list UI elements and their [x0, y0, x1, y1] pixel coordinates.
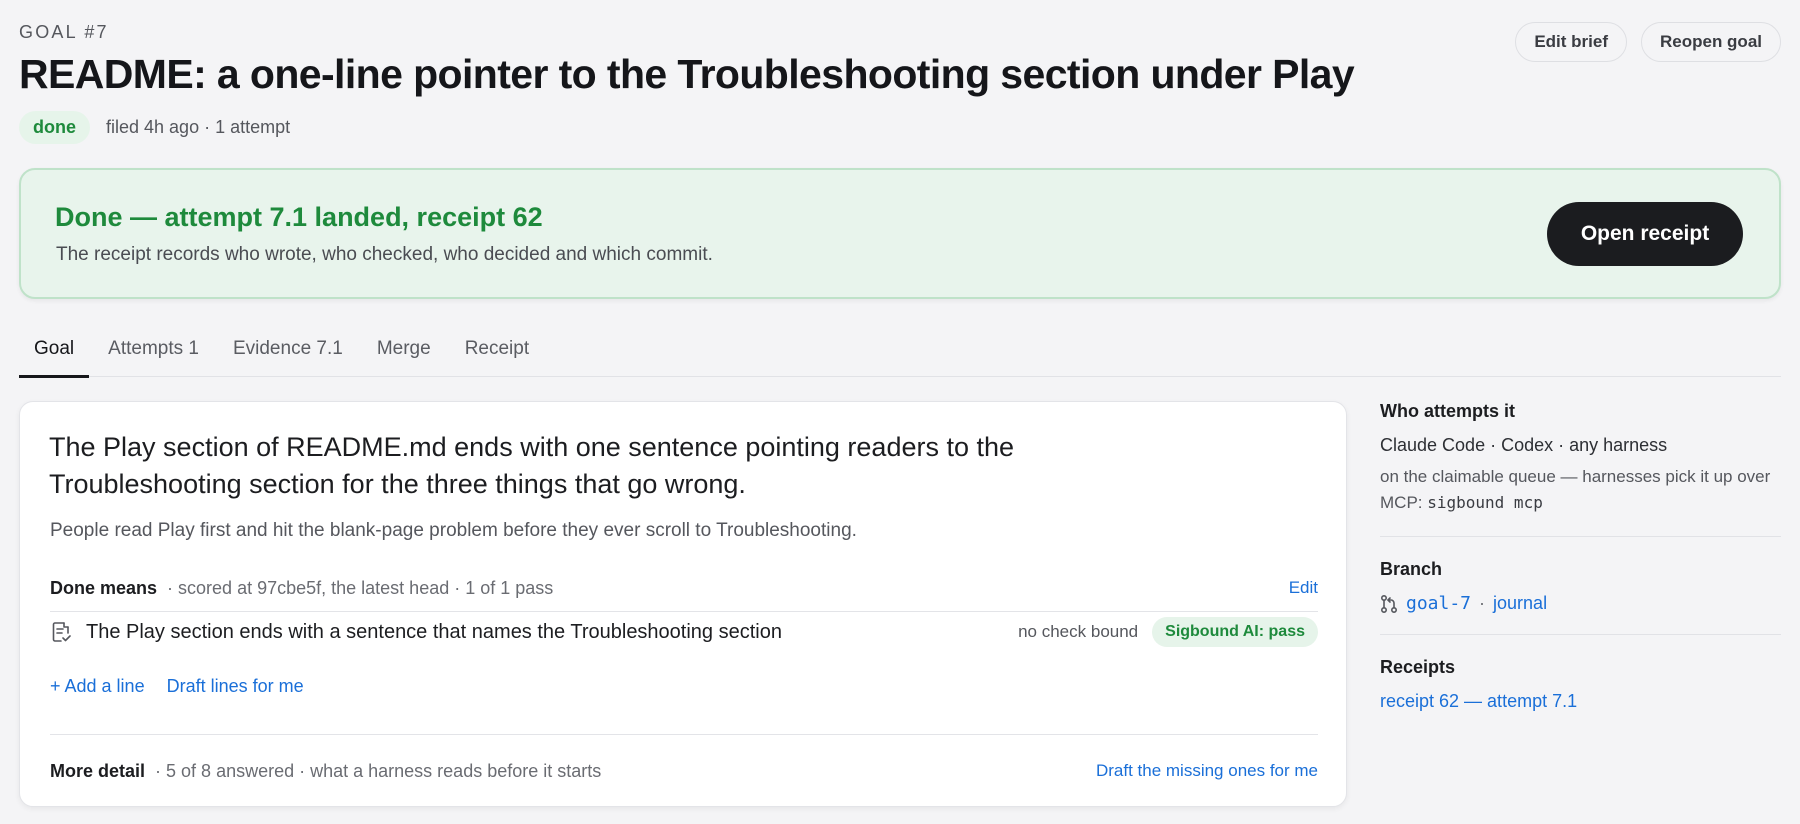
reopen-goal-button[interactable]: Reopen goal	[1640, 22, 1781, 62]
goal-sidebar: Who attempts it Claude Code · Codex · an…	[1380, 401, 1781, 712]
status-badge: done	[19, 110, 90, 144]
criterion-row: The Play section ends with a sentence th…	[50, 612, 1318, 652]
more-detail-meta: · 5 of 8 answered · what a harness reads…	[155, 760, 602, 781]
more-detail-header: More detail · 5 of 8 answered · what a h…	[50, 757, 1318, 785]
goal-meta-text: filed 4h ago · 1 attempt	[106, 116, 291, 137]
banner-title: Done — attempt 7.1 landed, receipt 62	[55, 202, 543, 232]
branch-separator: ·	[1479, 593, 1486, 613]
journal-link[interactable]: journal	[1493, 593, 1547, 614]
branch-section: Branch goal-7 · journal	[1380, 559, 1781, 614]
tab-evidence[interactable]: Evidence 7.1	[218, 324, 358, 377]
goal-page: GOAL #7 README: a one-line pointer to th…	[19, 0, 1781, 824]
branch-name-link[interactable]: goal-7	[1406, 593, 1471, 614]
more-detail-label: More detail	[50, 760, 146, 781]
branch-row: goal-7 · journal	[1380, 593, 1781, 614]
ai-verdict-badge: Sigbound AI: pass	[1152, 617, 1318, 647]
receipts-heading: Receipts	[1380, 657, 1456, 677]
goal-id-label: GOAL #7	[19, 22, 109, 42]
git-branch-icon	[1380, 594, 1398, 613]
branch-heading: Branch	[1380, 559, 1443, 579]
receipt-item: receipt 62 — attempt 7.1	[1380, 691, 1781, 712]
tab-goal[interactable]: Goal	[19, 324, 90, 378]
page-title: README: a one-line pointer to the Troubl…	[19, 51, 1355, 97]
draft-lines-link[interactable]: Draft lines for me	[167, 676, 304, 697]
who-attempts-heading: Who attempts it	[1380, 401, 1515, 421]
goal-statement: The Play section of README.md ends with …	[49, 432, 1015, 499]
draft-missing-link[interactable]: Draft the missing ones for me	[1096, 761, 1318, 781]
checklist-icon	[52, 622, 71, 642]
open-receipt-button[interactable]: Open receipt	[1547, 202, 1743, 266]
header-actions: Edit brief Reopen goal	[1515, 22, 1781, 62]
harness-list: Claude Code · Codex · any harness	[1380, 435, 1668, 455]
criteria-actions: + Add a line Draft lines for me	[50, 676, 304, 697]
goal-rationale: People read Play first and hit the blank…	[50, 520, 857, 541]
done-banner: Done — attempt 7.1 landed, receipt 62 Th…	[19, 168, 1781, 299]
edit-brief-button[interactable]: Edit brief	[1515, 22, 1627, 62]
queue-note: on the claimable queue — harnesses pick …	[1380, 464, 1781, 516]
edit-done-means-link[interactable]: Edit	[1289, 578, 1318, 598]
who-attempts-section: Who attempts it Claude Code · Codex · an…	[1380, 401, 1781, 516]
receipts-section: Receipts receipt 62 — attempt 7.1	[1380, 657, 1781, 712]
tab-merge[interactable]: Merge	[362, 324, 446, 377]
criterion-check-note: no check bound	[1018, 622, 1139, 641]
criterion-text: The Play section ends with a sentence th…	[86, 620, 782, 643]
divider	[50, 734, 1318, 735]
add-line-link[interactable]: + Add a line	[50, 676, 145, 697]
done-means-header: Done means · scored at 97cbe5f, the late…	[50, 574, 1318, 602]
divider	[1380, 634, 1781, 635]
mcp-command: sigbound mcp	[1427, 493, 1543, 512]
receipt-link[interactable]: receipt 62 — attempt 7.1	[1380, 691, 1577, 711]
goal-card: The Play section of README.md ends with …	[19, 401, 1347, 807]
banner-text: The receipt records who wrote, who check…	[56, 244, 713, 265]
goal-meta-row: done filed 4h ago · 1 attempt	[19, 110, 290, 144]
tab-receipt[interactable]: Receipt	[450, 324, 544, 377]
tab-attempts[interactable]: Attempts 1	[93, 324, 214, 377]
divider	[1380, 536, 1781, 537]
done-means-meta: · scored at 97cbe5f, the latest head · 1…	[167, 577, 554, 598]
done-means-label: Done means	[50, 577, 158, 598]
tab-bar: Goal Attempts 1 Evidence 7.1 Merge Recei…	[19, 324, 1781, 378]
